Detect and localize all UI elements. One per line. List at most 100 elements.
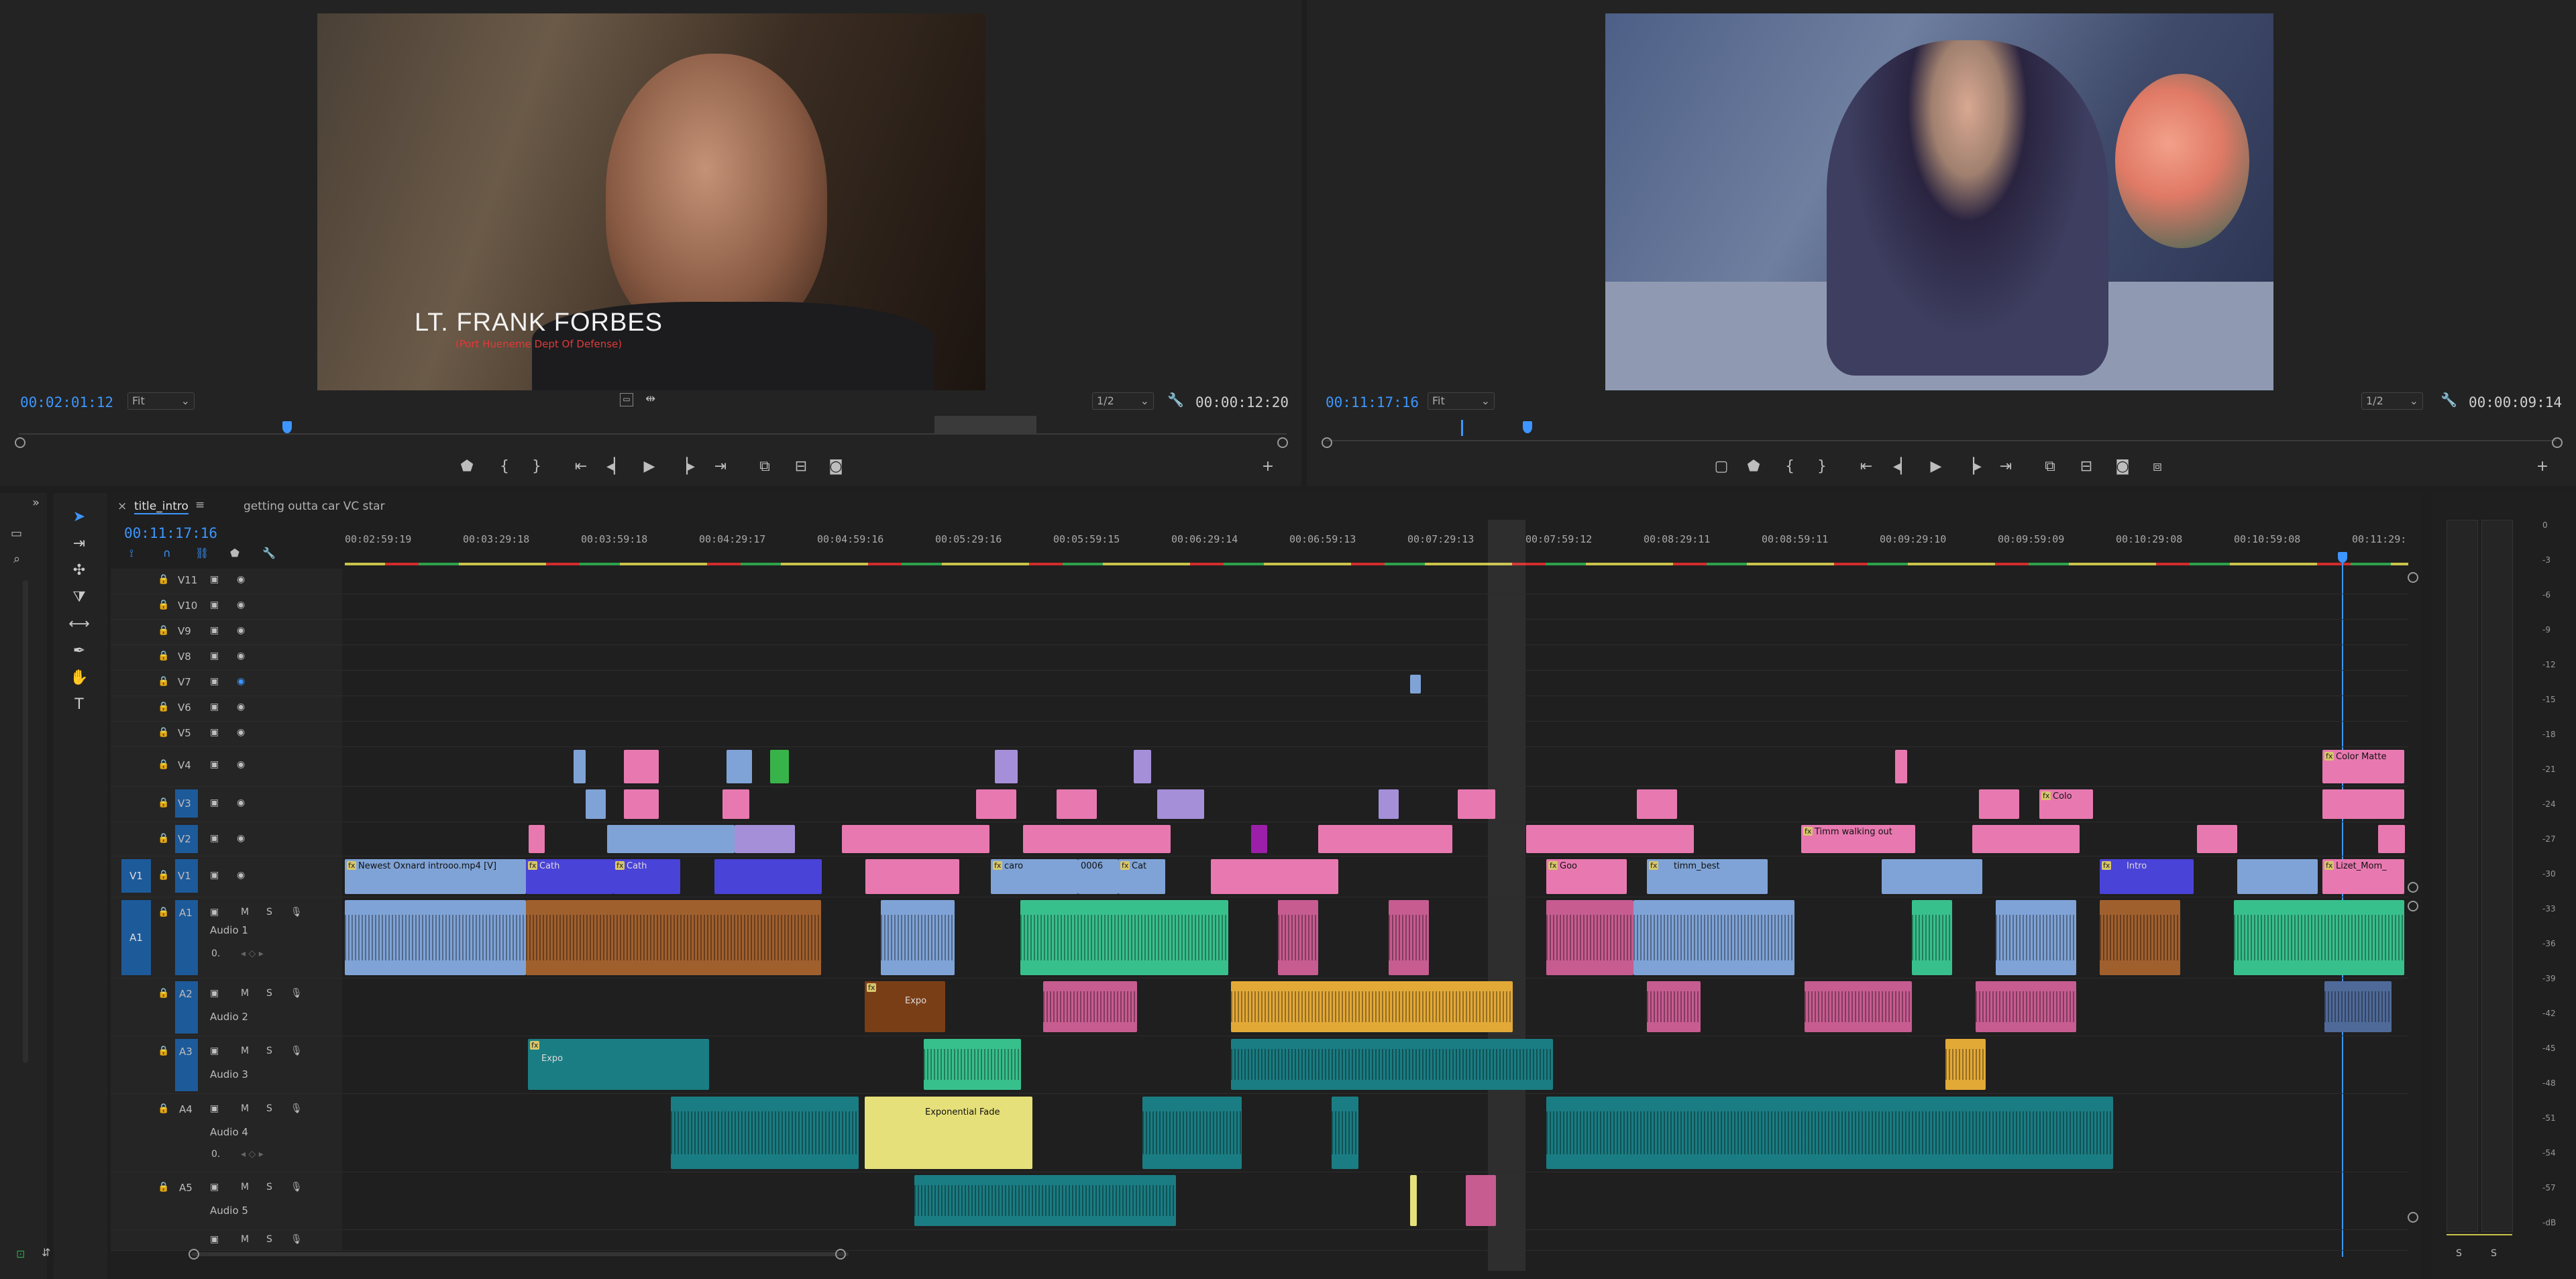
source-add-marker-icon[interactable]: ⬟ xyxy=(455,455,479,479)
lock-icon[interactable]: 🔒 xyxy=(158,727,169,738)
video-clip[interactable] xyxy=(1379,789,1399,819)
expo-audio-clip-2[interactable]: fx Expo xyxy=(528,1039,709,1090)
solo-left-button[interactable]: S xyxy=(2456,1248,2462,1259)
program-zoom-end-handle[interactable] xyxy=(2552,437,2563,448)
expand-panel-icon[interactable]: » xyxy=(32,496,40,510)
expo-audio-clip[interactable]: fx Expo xyxy=(865,981,945,1032)
lock-icon[interactable]: 🔒 xyxy=(158,676,169,687)
video-clip[interactable] xyxy=(995,750,1018,783)
video-clip[interactable] xyxy=(1895,750,1907,783)
volume-value[interactable]: 0. xyxy=(211,1149,220,1160)
eye-icon[interactable]: ◉ xyxy=(237,600,245,610)
video-clip[interactable] xyxy=(1318,825,1452,853)
timeline-zoom-scrollbar[interactable] xyxy=(191,1252,849,1256)
zoom-end-handle[interactable] xyxy=(835,1249,846,1260)
video-clip[interactable] xyxy=(1057,789,1097,819)
audio-clip[interactable] xyxy=(345,900,526,975)
program-safe-margins-icon[interactable]: ▢ xyxy=(1709,455,1733,479)
video-clip[interactable] xyxy=(2322,789,2404,819)
timeline-playhead-head[interactable] xyxy=(2338,552,2347,563)
source-mark-in-icon[interactable]: { xyxy=(492,455,517,479)
audio-scroll-top-handle[interactable] xyxy=(2408,901,2418,911)
audio-clip[interactable] xyxy=(924,1039,1021,1090)
eye-icon[interactable]: ◉ xyxy=(237,676,245,687)
source-settings-mini-icon[interactable]: ▭ xyxy=(620,393,633,406)
mute-button[interactable]: M xyxy=(241,1103,249,1114)
program-add-marker-icon[interactable]: ⬟ xyxy=(1741,455,1766,479)
exponential-fade-clip[interactable]: Exponential Fade xyxy=(865,1097,1032,1169)
program-step-back-icon[interactable]: ◂▏ xyxy=(1890,455,1915,479)
video-clip[interactable] xyxy=(607,825,735,853)
audio-clip[interactable] xyxy=(1945,1039,1986,1090)
sync-icon[interactable]: ▣ xyxy=(210,1103,219,1114)
audio-scroll-bottom-handle[interactable] xyxy=(2408,1212,2418,1223)
sync-icon[interactable]: ▣ xyxy=(210,833,219,844)
timm-best-clip[interactable]: fx timm_best xyxy=(1647,859,1768,894)
video-clip[interactable] xyxy=(1526,825,1694,853)
audio-clip[interactable] xyxy=(1647,981,1701,1032)
program-button-editor-icon[interactable]: + xyxy=(2530,455,2555,479)
sync-icon[interactable]: ▣ xyxy=(210,625,219,636)
video-clip[interactable] xyxy=(1972,825,2080,853)
audio-clip[interactable] xyxy=(1410,1175,1417,1226)
audio-clip[interactable] xyxy=(1466,1175,1496,1226)
voiceover-mic-icon[interactable]: 🎙 xyxy=(290,1046,303,1056)
lock-icon[interactable]: 🔒 xyxy=(158,574,169,585)
type-tool-icon[interactable]: T xyxy=(66,693,93,717)
source-timecode[interactable]: 00:02:01:12 xyxy=(20,394,113,410)
project-bin-icon[interactable]: ▭ xyxy=(11,526,22,541)
source-step-forward-icon[interactable]: ▕▸ xyxy=(674,455,698,479)
source-overwrite-icon[interactable]: ⊟ xyxy=(789,455,813,479)
audio-clip[interactable] xyxy=(2100,900,2180,975)
audio-clip[interactable] xyxy=(2324,981,2392,1032)
ripple-edit-tool-icon[interactable]: ✣ xyxy=(66,559,93,583)
newest-oxnard-clip[interactable]: fx Newest Oxnard introoo.mp4 [V] xyxy=(345,859,526,894)
sync-icon[interactable]: ▣ xyxy=(210,651,219,661)
program-comparison-view-icon[interactable]: ⧈ xyxy=(2145,455,2169,479)
audio-clip[interactable] xyxy=(1142,1097,1242,1169)
mute-button[interactable]: M xyxy=(241,907,249,917)
eye-icon[interactable]: ◉ xyxy=(237,625,245,636)
audio-clip[interactable] xyxy=(1231,981,1513,1032)
sync-icon[interactable]: ▣ xyxy=(210,676,219,687)
video-clip[interactable] xyxy=(722,789,749,819)
video-clip[interactable] xyxy=(976,789,1016,819)
colo-clip[interactable]: fx Colo xyxy=(2039,789,2093,819)
program-step-forward-icon[interactable]: ▕▸ xyxy=(1960,455,1984,479)
voiceover-mic-icon[interactable]: 🎙 xyxy=(290,1103,303,1114)
snap-icon[interactable]: ∩ xyxy=(163,547,171,559)
video-clip[interactable] xyxy=(529,825,545,853)
lock-icon[interactable]: 🔒 xyxy=(158,833,169,844)
audio-clip[interactable] xyxy=(526,900,821,975)
tab-menu-icon[interactable]: ≡ xyxy=(195,498,205,512)
video-clip[interactable] xyxy=(1251,825,1267,853)
source-zoom-start-handle[interactable] xyxy=(15,437,25,448)
solo-button[interactable]: S xyxy=(266,1103,272,1114)
video-clip[interactable] xyxy=(1211,859,1338,894)
audio-clip[interactable] xyxy=(1805,981,1912,1032)
eye-icon[interactable]: ◉ xyxy=(237,702,245,712)
program-zoom-start-handle[interactable] xyxy=(1322,437,1332,448)
eye-icon[interactable]: ◉ xyxy=(237,797,245,808)
cath-clip-2[interactable]: fx Cath xyxy=(613,859,680,894)
caro-clip[interactable]: fx caro xyxy=(991,859,1078,894)
sync-icon[interactable]: ▣ xyxy=(210,727,219,738)
audio-clip[interactable] xyxy=(1231,1039,1553,1090)
audio-clip[interactable] xyxy=(2234,900,2404,975)
audio-clip[interactable] xyxy=(881,900,955,975)
audio-clip[interactable] xyxy=(1332,1097,1358,1169)
solo-button[interactable]: S xyxy=(266,1182,272,1192)
mute-button[interactable]: M xyxy=(241,1182,249,1192)
lizet-mom-clip[interactable]: fx Lizet_Mom_ xyxy=(2322,859,2404,894)
program-mark-in-icon[interactable]: { xyxy=(1778,455,1802,479)
eye-icon[interactable]: ◉ xyxy=(237,833,245,844)
video-scroll-top-handle[interactable] xyxy=(2408,572,2418,583)
program-video-frame[interactable] xyxy=(1605,13,2273,390)
project-scrollbar[interactable] xyxy=(23,580,28,1063)
sync-icon[interactable]: ▣ xyxy=(210,574,219,585)
voiceover-mic-icon[interactable]: 🎙 xyxy=(290,1234,303,1245)
video-clip[interactable] xyxy=(735,825,795,853)
video-clip[interactable] xyxy=(624,789,659,819)
program-export-frame-icon[interactable]: ◙ xyxy=(2110,455,2135,479)
program-go-to-out-icon[interactable]: ⇥ xyxy=(1994,455,2018,479)
